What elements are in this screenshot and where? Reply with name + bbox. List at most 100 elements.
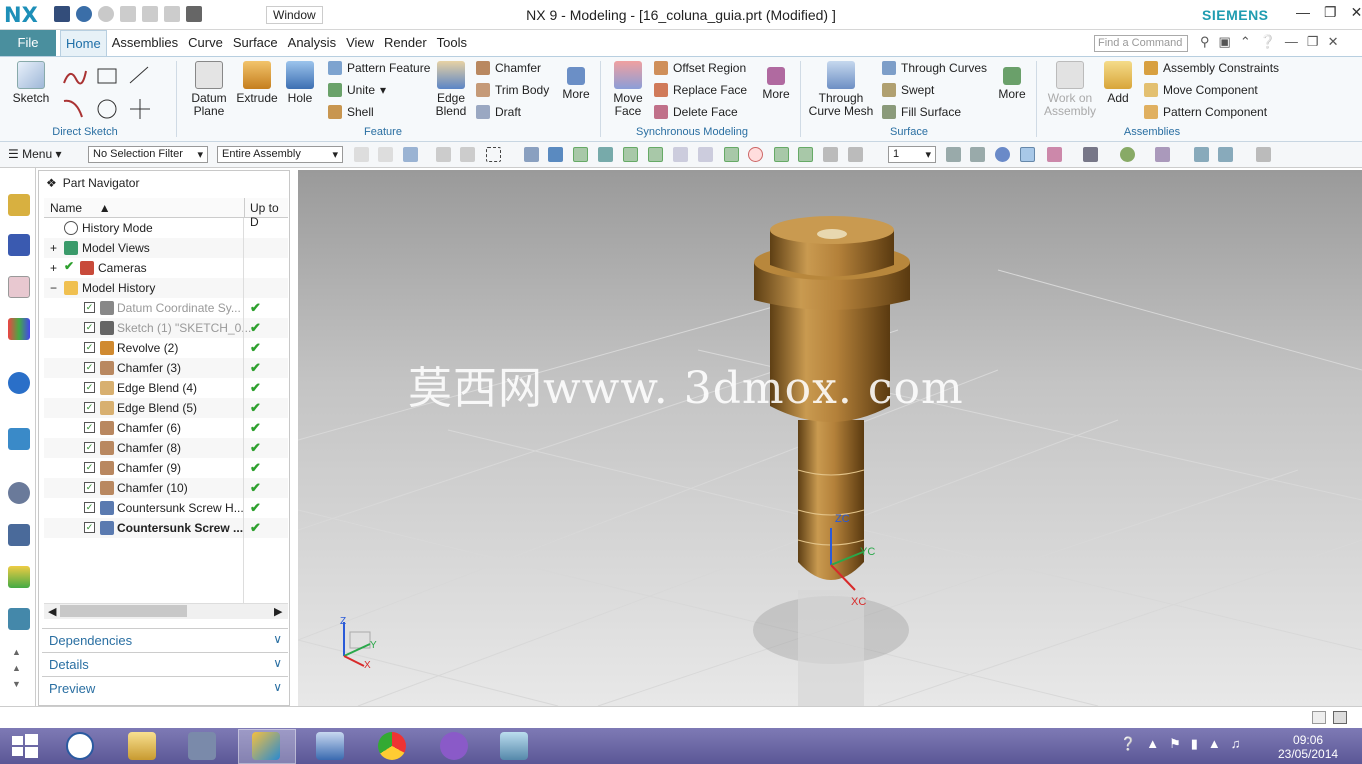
show-hide-icon[interactable]	[1155, 147, 1170, 162]
menu-button[interactable]: ☰ Menu ▾	[8, 147, 62, 161]
unite-button[interactable]: Unite ▾	[328, 83, 386, 97]
tree-row-feature[interactable]: ✓ Revolve (2) ✔	[44, 338, 288, 358]
close-icon[interactable]: ✕	[1351, 4, 1362, 21]
window-icon[interactable]: ▣	[1219, 34, 1231, 50]
collapse-icon[interactable]: −	[50, 281, 57, 295]
graphics-window[interactable]: ZC YC XC Z Y X	[298, 170, 1362, 706]
tab-surface[interactable]: Surface	[228, 30, 283, 56]
display-icon[interactable]	[1120, 147, 1135, 162]
snap-on-icon[interactable]	[573, 147, 588, 162]
constraint-navigator-icon[interactable]	[8, 234, 30, 256]
extrude-button[interactable]: Extrude	[234, 61, 280, 105]
visibility-checkbox[interactable]: ✓	[84, 442, 95, 453]
snap-icon[interactable]	[598, 147, 613, 162]
chamfer-button[interactable]: Chamfer	[476, 61, 541, 75]
tree-row-cameras[interactable]: + ✔ Cameras	[44, 258, 288, 278]
resource-bar-scroll[interactable]: ▲ ▲ ▼	[12, 644, 21, 692]
restore-icon[interactable]: ❐	[1324, 4, 1337, 21]
viber-icon[interactable]	[440, 732, 468, 760]
battery-icon[interactable]: ▮	[1191, 736, 1198, 752]
roles-icon[interactable]	[8, 608, 30, 630]
quadrant-snap-icon[interactable]	[748, 147, 763, 162]
replace-face-button[interactable]: Replace Face	[654, 83, 747, 97]
add-component-button[interactable]: Add	[1100, 61, 1136, 105]
close-icon[interactable]: ✕	[1328, 34, 1339, 50]
tab-tools[interactable]: Tools	[432, 30, 472, 56]
tree-row-feature[interactable]: ✓ Edge Blend (5) ✔	[44, 398, 288, 418]
curve-snap-icon[interactable]	[673, 147, 688, 162]
flag-icon[interactable]: ⚑	[1169, 736, 1181, 752]
full-screen-icon[interactable]	[1312, 711, 1326, 724]
rotate-icon[interactable]	[995, 147, 1010, 162]
sketch-button[interactable]: Sketch	[8, 61, 54, 105]
section-icon[interactable]	[1194, 147, 1209, 162]
column-name-header[interactable]: Name ▲	[50, 201, 111, 215]
intersection-snap-icon[interactable]	[698, 147, 713, 162]
show-hidden-icons-icon[interactable]: ▲	[1146, 736, 1159, 752]
tree-row-feature[interactable]: ✓ Chamfer (10) ✔	[44, 478, 288, 498]
shell-button[interactable]: Shell	[328, 105, 374, 119]
tab-analysis[interactable]: Analysis	[283, 30, 341, 56]
pattern-feature-button[interactable]: Pattern Feature	[328, 61, 430, 75]
selection-filter-dropdown[interactable]: No Selection Filter ▾	[88, 146, 208, 163]
minimize-icon[interactable]: —	[1285, 34, 1298, 50]
restore-icon[interactable]: ❐	[1307, 34, 1319, 50]
expand-icon[interactable]: +	[50, 241, 57, 255]
network-icon[interactable]: ▲	[1208, 736, 1221, 752]
sync-more-button[interactable]: More	[758, 67, 794, 101]
details-panel[interactable]: Details ∨	[42, 652, 288, 674]
layer-dropdown[interactable]: 1 ▾	[888, 146, 936, 163]
orient-view-icon[interactable]	[1083, 147, 1098, 162]
part-navigator-icon[interactable]	[8, 276, 30, 298]
toolbar-options-icon[interactable]	[1256, 147, 1271, 162]
tree-row-feature[interactable]: ✓ Countersunk Screw H... ✔	[44, 498, 288, 518]
fill-surface-button[interactable]: Fill Surface	[882, 105, 961, 119]
maximize-view-icon[interactable]	[1333, 711, 1347, 724]
tab-curve[interactable]: Curve	[183, 30, 228, 56]
tree-row-history-mode[interactable]: History Mode	[44, 218, 288, 238]
tab-assemblies[interactable]: Assemblies	[107, 30, 183, 56]
help-icon[interactable]: ❔	[1260, 34, 1276, 50]
scrollbar-thumb[interactable]	[60, 605, 187, 617]
chrome-icon[interactable]	[378, 732, 406, 760]
assembly-constraints-button[interactable]: Assembly Constraints	[1144, 61, 1279, 75]
visibility-checkbox[interactable]: ✓	[84, 502, 95, 513]
reuse-library-icon[interactable]	[8, 318, 30, 340]
line-snap-icon[interactable]	[798, 147, 813, 162]
tab-file[interactable]: File	[0, 30, 56, 56]
select-body-icon[interactable]	[524, 147, 539, 162]
render-style-icon[interactable]	[1047, 147, 1062, 162]
visibility-checkbox[interactable]: ✓	[84, 522, 95, 533]
visibility-checkbox[interactable]: ✓	[84, 362, 95, 373]
visibility-checkbox[interactable]: ✓	[84, 342, 95, 353]
history-icon[interactable]	[8, 482, 30, 504]
swept-button[interactable]: Swept	[882, 83, 934, 97]
center-snap-icon[interactable]	[724, 147, 739, 162]
feature-more-button[interactable]: More	[558, 67, 594, 101]
pattern-component-button[interactable]: Pattern Component	[1144, 105, 1267, 119]
datum-plane-button[interactable]: Datum Plane	[186, 61, 232, 118]
tree-row-feature[interactable]: ✓ Chamfer (3) ✔	[44, 358, 288, 378]
work-on-assembly-button[interactable]: Work on Assembly	[1044, 61, 1096, 118]
chevron-up-icon[interactable]: ⌃	[1240, 34, 1251, 50]
tree-row-feature[interactable]: ✓ Datum Coordinate Sy... ✔	[44, 298, 288, 318]
move-component-button[interactable]: Move Component	[1144, 83, 1258, 97]
help-icon[interactable]: ❔	[1120, 736, 1136, 752]
windows-start-icon[interactable]	[12, 734, 38, 758]
move-face-button[interactable]: Move Face	[608, 61, 648, 118]
hp-icon[interactable]	[66, 732, 94, 760]
select-icon[interactable]	[436, 147, 451, 162]
tab-view[interactable]: View	[341, 30, 379, 56]
tree-row-feature[interactable]: ✓ Edge Blend (4) ✔	[44, 378, 288, 398]
system-materials-icon[interactable]	[8, 524, 30, 546]
hd3d-tools-icon[interactable]	[8, 372, 30, 394]
expand-icon[interactable]: +	[50, 261, 57, 275]
app-icon[interactable]	[316, 732, 344, 760]
filter-icon[interactable]	[378, 147, 393, 162]
edge-blend-button[interactable]: Edge Blend	[430, 61, 472, 118]
command-finder-input[interactable]: Find a Command	[1094, 35, 1188, 52]
dependencies-panel[interactable]: Dependencies ∨	[42, 628, 288, 650]
grid-snap-icon[interactable]	[848, 147, 863, 162]
visibility-checkbox[interactable]: ✓	[84, 402, 95, 413]
visibility-checkbox[interactable]: ✓	[84, 382, 95, 393]
